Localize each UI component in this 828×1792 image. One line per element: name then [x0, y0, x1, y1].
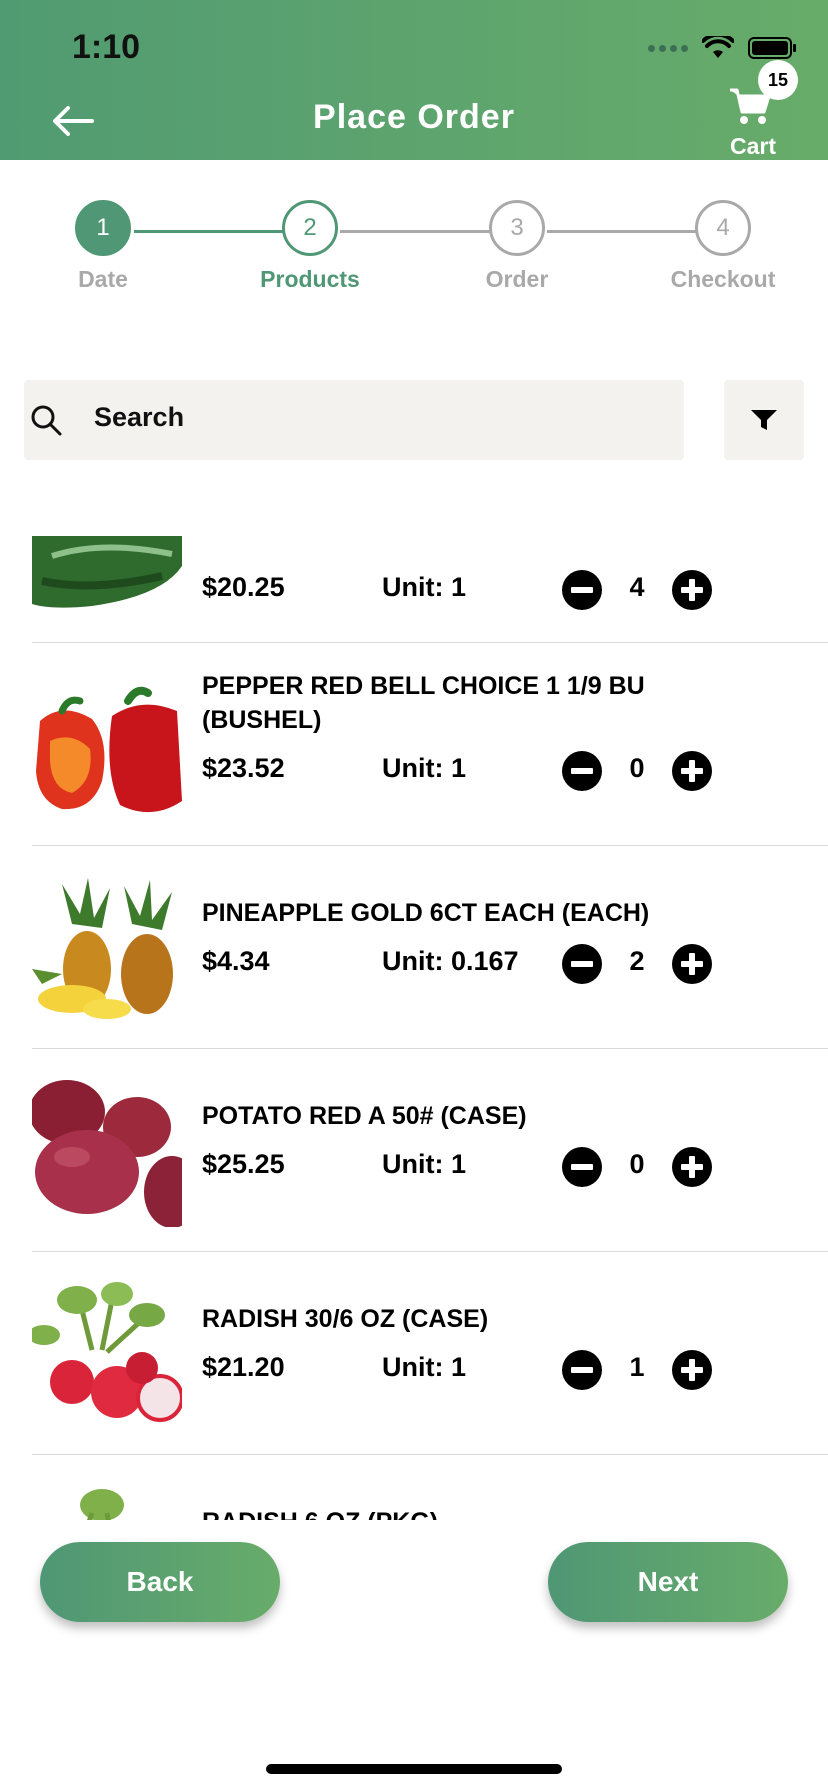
product-row: $20.25 Unit: 1 4 — [32, 520, 828, 643]
increase-quantity-button[interactable] — [672, 944, 712, 984]
product-row: RADISH 6 OZ (PKG) — [32, 1455, 828, 1520]
step-number: 1 — [75, 200, 131, 256]
decrease-quantity-button[interactable] — [562, 944, 602, 984]
quantity-value: 0 — [629, 753, 645, 783]
page-title: Place Order — [313, 98, 515, 136]
cart-label: Cart — [729, 133, 776, 159]
quantity-stepper: 0 — [562, 1147, 712, 1187]
product-image — [32, 671, 182, 821]
increase-quantity-button[interactable] — [672, 1350, 712, 1390]
quantity-stepper: 1 — [562, 1350, 712, 1390]
step-products: 2 Products — [250, 200, 370, 293]
home-indicator — [266, 1764, 562, 1774]
increase-quantity-button[interactable] — [672, 1147, 712, 1187]
step-date: 1 Date — [43, 200, 163, 293]
wifi-icon — [702, 36, 734, 58]
product-price: $21.20 — [202, 1352, 285, 1382]
product-row: POTATO RED A 50# (CASE) $25.25 Unit: 1 0 — [32, 1049, 828, 1252]
status-time: 1:10 — [72, 28, 141, 66]
step-order: 3 Order — [457, 200, 577, 293]
quantity-value: 4 — [629, 572, 645, 602]
quantity-value: 2 — [629, 946, 645, 976]
product-list[interactable]: $20.25 Unit: 1 4 PEPPER RED BELL CHOICE … — [0, 520, 828, 1520]
cart-count-badge: 15 — [758, 60, 798, 100]
status-icons — [648, 36, 798, 60]
quantity-stepper: 2 — [562, 944, 712, 984]
back-button[interactable]: Back — [40, 1542, 280, 1622]
product-price: $25.25 — [202, 1149, 285, 1179]
step-number: 3 — [489, 200, 545, 256]
product-image — [32, 1077, 182, 1227]
product-name: PEPPER RED BELL CHOICE 1 1/9 BU (BUSHEL) — [202, 672, 645, 734]
product-image — [32, 874, 182, 1024]
product-name: POTATO RED A 50# (CASE) — [202, 1102, 527, 1130]
battery-icon — [748, 37, 796, 59]
quantity-stepper: 0 — [562, 751, 712, 791]
step-label: Products — [260, 266, 360, 292]
quantity-stepper: 4 — [562, 570, 712, 610]
product-price: $23.52 — [202, 753, 285, 783]
product-row: PEPPER RED BELL CHOICE 1 1/9 BU (BUSHEL)… — [32, 643, 828, 846]
search-icon — [31, 405, 62, 436]
product-name: RADISH 6 OZ (PKG) — [202, 1505, 722, 1520]
product-name: PINEAPPLE GOLD 6CT EACH (EACH) — [202, 899, 650, 927]
step-label: Date — [78, 266, 128, 292]
decrease-quantity-button[interactable] — [562, 570, 602, 610]
step-label: Order — [485, 266, 549, 292]
product-image — [32, 1483, 182, 1520]
next-button[interactable]: Next — [548, 1542, 788, 1622]
signal-icon — [648, 44, 688, 52]
product-name: RADISH 30/6 OZ (CASE) — [202, 1305, 489, 1333]
product-price: $20.25 — [202, 572, 285, 602]
step-number: 2 — [282, 200, 338, 256]
product-unit: Unit: 1 — [382, 572, 466, 602]
product-unit: Unit: 0.167 — [382, 946, 519, 976]
product-row: RADISH 30/6 OZ (CASE) $21.20 Unit: 1 1 — [32, 1252, 828, 1455]
increase-quantity-button[interactable] — [672, 751, 712, 791]
filter-button[interactable] — [724, 380, 804, 460]
product-image — [32, 1280, 182, 1430]
decrease-quantity-button[interactable] — [562, 1147, 602, 1187]
step-number: 4 — [695, 200, 751, 256]
decrease-quantity-button[interactable] — [562, 751, 602, 791]
order-stepper: 1 Date 2 Products 3 Order 4 Checkout — [0, 200, 828, 310]
product-row: PINEAPPLE GOLD 6CT EACH (EACH) $4.34 Uni… — [32, 846, 828, 1049]
search-placeholder: Search — [94, 402, 185, 432]
quantity-value: 1 — [629, 1352, 645, 1382]
cart-button[interactable]: 15 Cart — [708, 60, 798, 160]
quantity-value: 0 — [629, 1149, 645, 1179]
decrease-quantity-button[interactable] — [562, 1350, 602, 1390]
product-unit: Unit: 1 — [382, 1149, 466, 1179]
app-header: 1:10 Place Order 15 Cart — [0, 0, 828, 160]
product-unit: Unit: 1 — [382, 753, 466, 783]
product-price: $4.34 — [202, 946, 270, 976]
filter-icon — [751, 410, 777, 430]
product-unit: Unit: 1 — [382, 1352, 466, 1382]
product-image — [32, 536, 182, 616]
search-input[interactable]: Search — [24, 380, 684, 460]
step-checkout: 4 Checkout — [663, 200, 783, 293]
increase-quantity-button[interactable] — [672, 570, 712, 610]
step-label: Checkout — [670, 266, 776, 292]
